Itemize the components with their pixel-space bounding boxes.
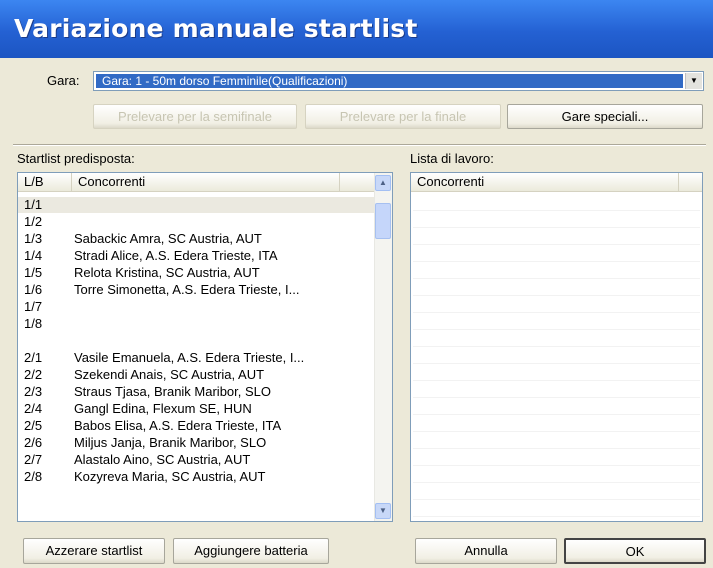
list-item[interactable]: 2/7 Alastalo Aino, SC Austria, AUT bbox=[18, 452, 374, 468]
chevron-down-icon[interactable]: ▼ bbox=[685, 73, 702, 89]
lane-heat: 2/1 bbox=[24, 350, 43, 365]
startlist-list[interactable]: L/B Concorrenti 1/1 1/2 1/3 Sabackic Amra, … bbox=[17, 172, 393, 522]
grid-line bbox=[413, 261, 700, 262]
list-item[interactable]: 1/1 bbox=[18, 197, 374, 213]
lane-heat: 2/7 bbox=[24, 452, 43, 467]
annulla-button[interactable]: Annulla bbox=[415, 538, 557, 564]
grid-line bbox=[413, 278, 700, 279]
lane-heat: 1/3 bbox=[24, 231, 43, 246]
concorrente-name: Vasile Emanuela, A.S. Edera Trieste, I..… bbox=[74, 350, 305, 365]
startlist-label: Startlist predisposta: bbox=[17, 151, 135, 166]
list-item[interactable]: 2/6 Miljus Janja, Branik Maribor, SLO bbox=[18, 435, 374, 451]
grid-line bbox=[413, 516, 700, 517]
grid-line bbox=[413, 414, 700, 415]
lane-heat: 2/8 bbox=[24, 469, 43, 484]
lane-heat: 2/4 bbox=[24, 401, 43, 416]
list-item[interactable]: 1/6 Torre Simonetta, A.S. Edera Trieste, … bbox=[18, 282, 374, 298]
grid-line bbox=[413, 431, 700, 432]
grid-line bbox=[413, 482, 700, 483]
semifinale-button[interactable]: Prelevare per la semifinale bbox=[93, 104, 297, 129]
grid-line bbox=[413, 210, 700, 211]
grid-line bbox=[413, 329, 700, 330]
grid-line bbox=[413, 380, 700, 381]
scroll-up-icon[interactable]: ▲ bbox=[375, 175, 391, 191]
lane-heat: 2/2 bbox=[24, 367, 43, 382]
concorrente-name: Kozyreva Maria, SC Austria, AUT bbox=[74, 469, 266, 484]
lane-heat: 1/2 bbox=[24, 214, 43, 229]
grid-line bbox=[413, 244, 700, 245]
lavoro-header: Concorrenti bbox=[411, 173, 702, 192]
concorrente-name: Sabackic Amra, SC Austria, AUT bbox=[74, 231, 262, 246]
lane-heat: 1/6 bbox=[24, 282, 43, 297]
grid-line bbox=[413, 397, 700, 398]
list-item[interactable]: 1/7 bbox=[18, 299, 374, 315]
list-item[interactable]: 2/3 Straus Tjasa, Branik Maribor, SLO bbox=[18, 384, 374, 400]
startlist-scrollbar[interactable]: ▲ ▼ bbox=[374, 173, 392, 521]
list-item[interactable]: 2/2 Szekendi Anais, SC Austria, AUT bbox=[18, 367, 374, 383]
azzerare-startlist-button[interactable]: Azzerare startlist bbox=[23, 538, 165, 564]
concorrente-name: Miljus Janja, Branik Maribor, SLO bbox=[74, 435, 267, 450]
aggiungere-batteria-button[interactable]: Aggiungere batteria bbox=[173, 538, 329, 564]
list-item[interactable]: 2/8 Kozyreva Maria, SC Austria, AUT bbox=[18, 469, 374, 485]
lane-heat: 1/5 bbox=[24, 265, 43, 280]
divider bbox=[13, 144, 706, 146]
title-bar: Variazione manuale startlist bbox=[0, 0, 713, 58]
list-item[interactable]: 1/2 bbox=[18, 214, 374, 230]
gare-speciali-button[interactable]: Gare speciali... bbox=[507, 104, 703, 129]
grid-line bbox=[413, 499, 700, 500]
grid-line bbox=[413, 448, 700, 449]
concorrente-name: Gangl Edina, Flexum SE, HUN bbox=[74, 401, 252, 416]
concorrente-name: Alastalo Aino, SC Austria, AUT bbox=[74, 452, 251, 467]
lista-lavoro-list[interactable]: Concorrenti bbox=[410, 172, 703, 522]
concorrente-name: Relota Kristina, SC Austria, AUT bbox=[74, 265, 260, 280]
grid-line bbox=[413, 227, 700, 228]
list-item[interactable]: 2/1 Vasile Emanuela, A.S. Edera Trieste, … bbox=[18, 350, 374, 366]
list-item[interactable]: 1/5 Relota Kristina, SC Austria, AUT bbox=[18, 265, 374, 281]
scroll-down-icon[interactable]: ▼ bbox=[375, 503, 391, 519]
ok-button[interactable]: OK bbox=[564, 538, 706, 564]
lane-heat: 1/4 bbox=[24, 248, 43, 263]
gara-selected-value: Gara: 1 - 50m dorso Femminile(Qualificaz… bbox=[96, 74, 683, 88]
grid-line bbox=[413, 295, 700, 296]
grid-line bbox=[413, 363, 700, 364]
concorrente-name: Straus Tjasa, Branik Maribor, SLO bbox=[74, 384, 272, 399]
lane-heat: 2/3 bbox=[24, 384, 43, 399]
list-item[interactable]: 2/4 Gangl Edina, Flexum SE, HUN bbox=[18, 401, 374, 417]
lista-lavoro-label: Lista di lavoro: bbox=[410, 151, 494, 166]
column-header-concorrenti-lavoro[interactable]: Concorrenti bbox=[411, 173, 679, 191]
grid-line bbox=[413, 312, 700, 313]
concorrente-name: Stradi Alice, A.S. Edera Trieste, ITA bbox=[74, 248, 278, 263]
list-item[interactable] bbox=[18, 333, 374, 349]
concorrente-name: Babos Elisa, A.S. Edera Trieste, ITA bbox=[74, 418, 282, 433]
list-item[interactable]: 1/8 bbox=[18, 316, 374, 332]
list-item[interactable]: 1/3 Sabackic Amra, SC Austria, AUT bbox=[18, 231, 374, 247]
window-title: Variazione manuale startlist bbox=[14, 14, 418, 43]
gara-select[interactable]: Gara: 1 - 50m dorso Femminile(Qualificaz… bbox=[93, 71, 704, 91]
lane-heat: 1/8 bbox=[24, 316, 43, 331]
lane-heat: 1/7 bbox=[24, 299, 43, 314]
finale-button[interactable]: Prelevare per la finale bbox=[305, 104, 501, 129]
grid-line bbox=[413, 346, 700, 347]
list-item[interactable]: 1/4 Stradi Alice, A.S. Edera Trieste, ITA bbox=[18, 248, 374, 264]
lane-heat: 1/1 bbox=[24, 197, 43, 212]
lane-heat: 2/5 bbox=[24, 418, 43, 433]
concorrente-name: Szekendi Anais, SC Austria, AUT bbox=[74, 367, 265, 382]
gara-label: Gara: bbox=[47, 73, 80, 88]
grid-line bbox=[413, 465, 700, 466]
lane-heat: 2/6 bbox=[24, 435, 43, 450]
list-item[interactable]: 2/5 Babos Elisa, A.S. Edera Trieste, ITA bbox=[18, 418, 374, 434]
concorrente-name: Torre Simonetta, A.S. Edera Trieste, I..… bbox=[74, 282, 300, 297]
scroll-thumb[interactable] bbox=[375, 203, 391, 239]
